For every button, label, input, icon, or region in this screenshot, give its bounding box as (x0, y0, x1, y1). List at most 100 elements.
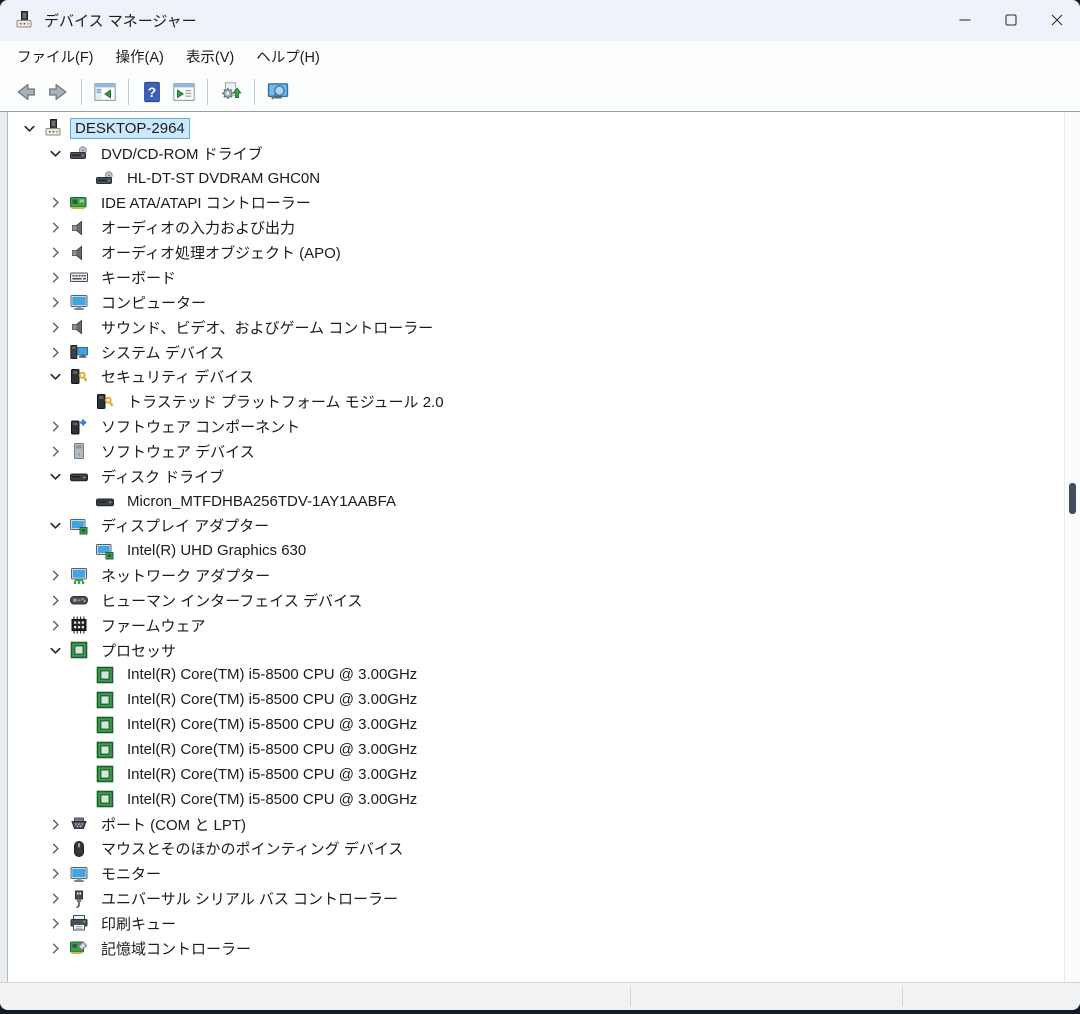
chevron-right-icon[interactable] (42, 940, 68, 956)
tree-row[interactable]: キーボード (8, 265, 1064, 290)
tree-row[interactable]: Intel(R) Core(TM) i5-8500 CPU @ 3.00GHz (8, 712, 1064, 737)
tree-item-label[interactable]: オーディオの入力および出力 (96, 215, 300, 240)
forward-button[interactable] (42, 77, 74, 107)
menu-action[interactable]: 操作(A) (105, 42, 175, 71)
tree-row[interactable]: DVD/CD-ROM ドライブ (8, 141, 1064, 166)
tree-row[interactable]: プロセッサ (8, 638, 1064, 663)
tree-row[interactable]: ディスプレイ アダプター (8, 514, 1064, 539)
tree-row[interactable]: ユニバーサル シリアル バス コントローラー (8, 886, 1064, 911)
tree-item-label[interactable]: ポート (COM と LPT) (96, 812, 251, 837)
scrollbar-thumb[interactable] (1069, 483, 1076, 514)
chevron-right-icon[interactable] (42, 592, 68, 608)
tree-row[interactable]: トラステッド プラットフォーム モジュール 2.0 (8, 389, 1064, 414)
chevron-right-icon[interactable] (42, 344, 68, 360)
menu-view[interactable]: 表示(V) (175, 42, 245, 71)
chevron-down-icon[interactable] (42, 642, 68, 658)
tree-row[interactable]: セキュリティ デバイス (8, 364, 1064, 389)
tree-row[interactable]: Intel(R) Core(TM) i5-8500 CPU @ 3.00GHz (8, 687, 1064, 712)
tree-item-label[interactable]: マウスとそのほかのポインティング デバイス (96, 836, 408, 861)
tree-item-label[interactable]: HL-DT-ST DVDRAM GHC0N (122, 168, 325, 189)
chevron-right-icon[interactable] (42, 915, 68, 931)
tree-item-label[interactable]: コンピューター (96, 290, 211, 315)
tree-item-label[interactable]: ソフトウェア デバイス (96, 439, 260, 464)
tree-item-label[interactable]: Intel(R) Core(TM) i5-8500 CPU @ 3.00GHz (122, 664, 422, 685)
show-hide-console-tree-button[interactable] (89, 77, 121, 107)
tree-item-label[interactable]: サウンド、ビデオ、およびゲーム コントローラー (96, 315, 438, 340)
chevron-down-icon[interactable] (42, 518, 68, 534)
tree-row[interactable]: Micron_MTFDHBA256TDV-1AY1AABFA (8, 489, 1064, 514)
chevron-down-icon[interactable] (42, 369, 68, 385)
menu-file[interactable]: ファイル(F) (6, 42, 105, 71)
tree-item-label[interactable]: ユニバーサル シリアル バス コントローラー (96, 886, 403, 911)
chevron-right-icon[interactable] (42, 443, 68, 459)
tree-row[interactable]: ポート (COM と LPT) (8, 812, 1064, 837)
tree-item-label[interactable]: ヒューマン インターフェイス デバイス (96, 588, 368, 613)
tree-item-label[interactable]: IDE ATA/ATAPI コントローラー (96, 190, 316, 215)
scan-hardware-changes-button[interactable] (262, 77, 294, 107)
chevron-right-icon[interactable] (42, 891, 68, 907)
tree-item-label[interactable]: Intel(R) Core(TM) i5-8500 CPU @ 3.00GHz (122, 714, 422, 735)
tree-row[interactable]: IDE ATA/ATAPI コントローラー (8, 191, 1064, 216)
tree-row[interactable]: システム デバイス (8, 340, 1064, 365)
chevron-right-icon[interactable] (42, 419, 68, 435)
maximize-button[interactable] (988, 0, 1034, 40)
chevron-right-icon[interactable] (42, 866, 68, 882)
tree-item-label[interactable]: Intel(R) Core(TM) i5-8500 CPU @ 3.00GHz (122, 764, 422, 785)
tree-item-label[interactable]: オーディオ処理オブジェクト (APO) (96, 240, 346, 265)
tree-row[interactable]: Intel(R) Core(TM) i5-8500 CPU @ 3.00GHz (8, 737, 1064, 762)
action-pane-button[interactable] (168, 77, 200, 107)
tree-row[interactable]: マウスとそのほかのポインティング デバイス (8, 836, 1064, 861)
chevron-down-icon[interactable] (42, 468, 68, 484)
tree-item-label[interactable]: Intel(R) UHD Graphics 630 (122, 540, 311, 561)
tree-item-label[interactable]: Intel(R) Core(TM) i5-8500 CPU @ 3.00GHz (122, 689, 422, 710)
tree-item-label[interactable]: システム デバイス (96, 340, 229, 365)
tree-item-label[interactable]: モニター (96, 861, 166, 886)
chevron-right-icon[interactable] (42, 319, 68, 335)
chevron-right-icon[interactable] (42, 294, 68, 310)
tree-item-label[interactable]: Intel(R) Core(TM) i5-8500 CPU @ 3.00GHz (122, 739, 422, 760)
tree-item-label[interactable]: キーボード (96, 265, 181, 290)
chevron-right-icon[interactable] (42, 617, 68, 633)
tree-item-label[interactable]: セキュリティ デバイス (96, 364, 259, 389)
help-button[interactable]: ? (136, 77, 168, 107)
vertical-scrollbar[interactable] (1064, 112, 1080, 982)
tree-row[interactable]: DESKTOP-2964 (8, 116, 1064, 141)
tree-row[interactable]: サウンド、ビデオ、およびゲーム コントローラー (8, 315, 1064, 340)
chevron-right-icon[interactable] (42, 245, 68, 261)
tree-row[interactable]: ソフトウェア デバイス (8, 439, 1064, 464)
chevron-down-icon[interactable] (16, 120, 42, 136)
tree-row[interactable]: コンピューター (8, 290, 1064, 315)
tree-item-label[interactable]: Intel(R) Core(TM) i5-8500 CPU @ 3.00GHz (122, 789, 422, 810)
tree-row[interactable]: Intel(R) Core(TM) i5-8500 CPU @ 3.00GHz (8, 787, 1064, 812)
tree-row[interactable]: Intel(R) Core(TM) i5-8500 CPU @ 3.00GHz (8, 663, 1064, 688)
chevron-right-icon[interactable] (42, 568, 68, 584)
chevron-right-icon[interactable] (42, 816, 68, 832)
chevron-down-icon[interactable] (42, 145, 68, 161)
tree-row[interactable]: モニター (8, 861, 1064, 886)
tree-item-label[interactable]: ソフトウェア コンポーネント (96, 414, 305, 439)
tree-item-label[interactable]: プロセッサ (96, 638, 181, 663)
chevron-right-icon[interactable] (42, 269, 68, 285)
tree-item-label[interactable]: 印刷キュー (96, 911, 181, 936)
tree-item-label[interactable]: DVD/CD-ROM ドライブ (96, 141, 268, 166)
tree-row[interactable]: オーディオ処理オブジェクト (APO) (8, 240, 1064, 265)
chevron-right-icon[interactable] (42, 220, 68, 236)
back-button[interactable] (10, 77, 42, 107)
tree-item-label[interactable]: 記憶域コントローラー (96, 936, 256, 961)
update-driver-button[interactable] (215, 77, 247, 107)
tree-row[interactable]: ソフトウェア コンポーネント (8, 414, 1064, 439)
minimize-button[interactable] (942, 0, 988, 40)
tree-row[interactable]: 記憶域コントローラー (8, 936, 1064, 961)
close-button[interactable] (1034, 0, 1080, 40)
tree-row[interactable]: ネットワーク アダプター (8, 563, 1064, 588)
tree-item-label[interactable]: ネットワーク アダプター (96, 563, 275, 588)
chevron-right-icon[interactable] (42, 841, 68, 857)
tree-row[interactable]: ファームウェア (8, 613, 1064, 638)
tree-item-label[interactable]: ファームウェア (96, 613, 211, 638)
tree-row[interactable]: HL-DT-ST DVDRAM GHC0N (8, 166, 1064, 191)
tree-row[interactable]: ヒューマン インターフェイス デバイス (8, 588, 1064, 613)
tree-row[interactable]: 印刷キュー (8, 911, 1064, 936)
tree-row[interactable]: オーディオの入力および出力 (8, 215, 1064, 240)
tree-row[interactable]: Intel(R) Core(TM) i5-8500 CPU @ 3.00GHz (8, 762, 1064, 787)
tree-row[interactable]: ディスク ドライブ (8, 464, 1064, 489)
